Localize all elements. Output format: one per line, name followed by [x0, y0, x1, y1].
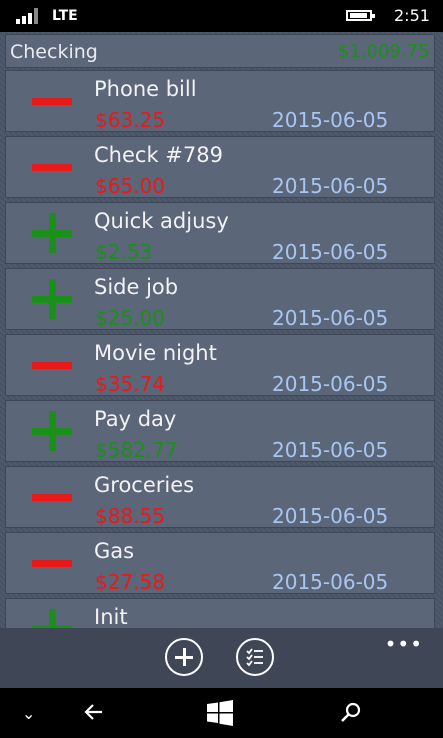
transaction-amount: $63.25	[95, 108, 165, 132]
transaction-row[interactable]: Side job $25.00 2015-06-05	[5, 268, 435, 330]
clock: 2:51	[394, 6, 430, 25]
account-header[interactable]: Checking $1,009.75	[5, 34, 435, 68]
transaction-date: 2015-06-05	[272, 504, 389, 528]
transaction-name: Quick adjusy	[94, 209, 229, 233]
transaction-amount: $582.77	[95, 438, 178, 462]
transaction-name: Movie night	[94, 341, 217, 365]
transaction-row[interactable]: Groceries $88.55 2015-06-05	[5, 466, 435, 528]
transaction-amount: $65.00	[95, 174, 165, 198]
transaction-name: Init	[94, 605, 128, 629]
checklist-icon	[246, 648, 263, 667]
add-transaction-button[interactable]	[165, 638, 203, 676]
transaction-amount: $88.55	[95, 504, 165, 528]
transaction-row[interactable]: Pay day $582.77 2015-06-05	[5, 400, 435, 462]
account-balance: $1,009.75	[338, 41, 430, 62]
transaction-date: 2015-06-05	[272, 306, 389, 330]
transaction-row[interactable]: Quick adjusy $2.53 2015-06-05	[5, 202, 435, 264]
app-bar: •••	[0, 628, 443, 688]
transaction-date: 2015-06-05	[272, 108, 389, 132]
transaction-date: 2015-06-05	[272, 570, 389, 594]
transaction-type-icon	[32, 213, 72, 253]
transaction-type-icon	[32, 147, 72, 187]
transaction-amount: $35.74	[95, 372, 165, 396]
search-icon[interactable]	[339, 700, 363, 724]
transaction-amount: $2.53	[95, 240, 153, 264]
transaction-name: Groceries	[94, 473, 195, 497]
navigation-bar: ⌄	[0, 688, 443, 738]
signal-strength-icon	[16, 8, 38, 24]
transaction-name: Check #789	[94, 143, 223, 167]
transaction-row[interactable]: Phone bill $63.25 2015-06-05	[5, 70, 435, 132]
transaction-row[interactable]: Movie night $35.74 2015-06-05	[5, 334, 435, 396]
transaction-date: 2015-06-05	[272, 372, 389, 396]
battery-icon	[346, 10, 375, 21]
transaction-type-icon	[32, 543, 72, 583]
transaction-row[interactable]: Gas $27.58 2015-06-05	[5, 532, 435, 594]
transaction-date: 2015-06-05	[272, 240, 389, 264]
transaction-row[interactable]: Check #789 $65.00 2015-06-05	[5, 136, 435, 198]
status-bar: LTE 2:51	[0, 0, 443, 32]
transaction-type-icon	[32, 81, 72, 121]
transaction-amount: $27.58	[95, 570, 165, 594]
transaction-name: Phone bill	[94, 77, 197, 101]
transaction-type-icon	[32, 477, 72, 517]
back-arrow-icon[interactable]	[82, 700, 106, 724]
transaction-type-icon	[32, 345, 72, 385]
network-type: LTE	[52, 8, 78, 24]
transaction-type-icon	[32, 609, 72, 630]
transaction-name: Side job	[94, 275, 179, 299]
transaction-row[interactable]: Init	[5, 598, 435, 630]
windows-logo-icon[interactable]	[207, 700, 233, 726]
account-name: Checking	[10, 41, 98, 63]
transaction-date: 2015-06-05	[272, 174, 389, 198]
chevron-down-icon[interactable]: ⌄	[22, 704, 35, 723]
transaction-type-icon	[32, 279, 72, 319]
transaction-type-icon	[32, 411, 72, 451]
transaction-name: Gas	[94, 539, 135, 563]
transaction-amount: $25.00	[95, 306, 165, 330]
checklist-button[interactable]	[236, 638, 274, 676]
transaction-name: Pay day	[94, 407, 177, 431]
transaction-date: 2015-06-05	[272, 438, 389, 462]
more-options-button[interactable]: •••	[385, 632, 423, 656]
transaction-list[interactable]: Phone bill $63.25 2015-06-05 Check #789 …	[5, 70, 435, 630]
